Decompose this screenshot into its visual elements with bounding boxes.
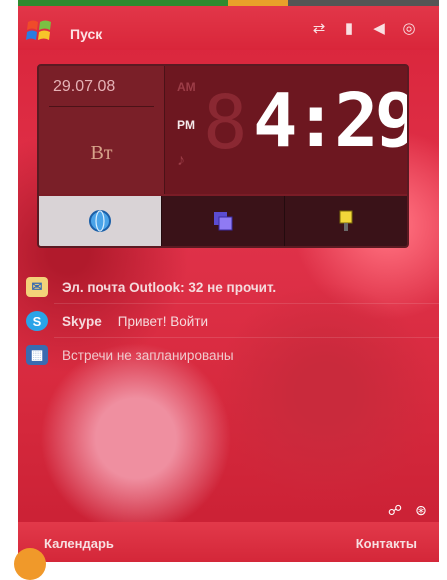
skype-label: Skype: [62, 313, 102, 329]
calendar-text: Встречи не запланированы: [62, 347, 234, 363]
softkey-right[interactable]: Контакты: [356, 536, 417, 551]
corner-badge: [14, 548, 46, 580]
skype-row[interactable]: S Skype Привет! Войти: [18, 304, 439, 338]
clock-widget: 29.07.08 Вт AM PM ♪ 8 4:29: [37, 64, 409, 248]
skype-status: Привет! Войти: [117, 313, 209, 329]
sync-icon[interactable]: ⇄: [309, 20, 329, 38]
softkey-bar: Календарь Контакты: [18, 522, 439, 562]
weekday-text: Вт: [90, 142, 113, 164]
skype-icon: S: [26, 311, 48, 331]
connectivity-icon[interactable]: ◎: [399, 20, 419, 38]
clock-tabs: [39, 196, 407, 246]
calendar-row[interactable]: ▦ Встречи не запланированы: [18, 338, 439, 372]
clock-tab-windows[interactable]: [162, 196, 285, 246]
alarm-icon: [339, 210, 353, 231]
status-icons: ⇄ ▮ ◀ ◎: [309, 20, 419, 38]
title-bar: Пуск ⇄ ▮ ◀ ◎: [18, 0, 439, 50]
app-title[interactable]: Пуск: [70, 26, 102, 42]
softkey-left[interactable]: Календарь: [44, 536, 114, 551]
progress-strip-orange: [228, 0, 288, 6]
divider: [49, 106, 154, 107]
calendar-icon: ▦: [26, 345, 48, 365]
date-panel[interactable]: 29.07.08 Вт: [39, 66, 165, 194]
alarm-bell-icon: ♪: [177, 152, 185, 169]
outlook-mail-icon: ✉: [26, 277, 48, 297]
connection-icon[interactable]: ⊛: [411, 500, 431, 520]
time-panel[interactable]: AM PM ♪ 8 4:29: [165, 66, 407, 194]
network-icon[interactable]: ☍: [385, 500, 405, 520]
pm-indicator: PM: [177, 118, 195, 132]
time-display: 4:29: [253, 78, 409, 164]
clock-tab-alarm[interactable]: [285, 196, 407, 246]
clock-tab-globe[interactable]: [39, 196, 162, 246]
today-list: ✉ Эл. почта Outlook: 32 не прочит. S Sky…: [18, 270, 439, 372]
system-tray: ☍ ⊛: [385, 500, 431, 520]
windows-start-icon[interactable]: [26, 18, 54, 44]
progress-strip-gray: [288, 0, 439, 6]
outlook-text: Эл. почта Outlook: 32 не прочит.: [62, 279, 277, 295]
date-text: 29.07.08: [53, 78, 116, 95]
globe-icon: [89, 210, 111, 232]
signal-icon[interactable]: ▮: [339, 20, 359, 38]
am-indicator: AM: [177, 80, 196, 94]
progress-strip-green: [18, 0, 228, 6]
windows-stack-icon: [214, 212, 233, 231]
volume-icon[interactable]: ◀: [369, 20, 389, 38]
outlook-row[interactable]: ✉ Эл. почта Outlook: 32 не прочит.: [18, 270, 439, 304]
device-screen: Пуск ⇄ ▮ ◀ ◎ 29.07.08 Вт AM PM ♪ 8 4:29: [18, 0, 439, 562]
digital-ghost-digits: 8: [203, 80, 248, 166]
